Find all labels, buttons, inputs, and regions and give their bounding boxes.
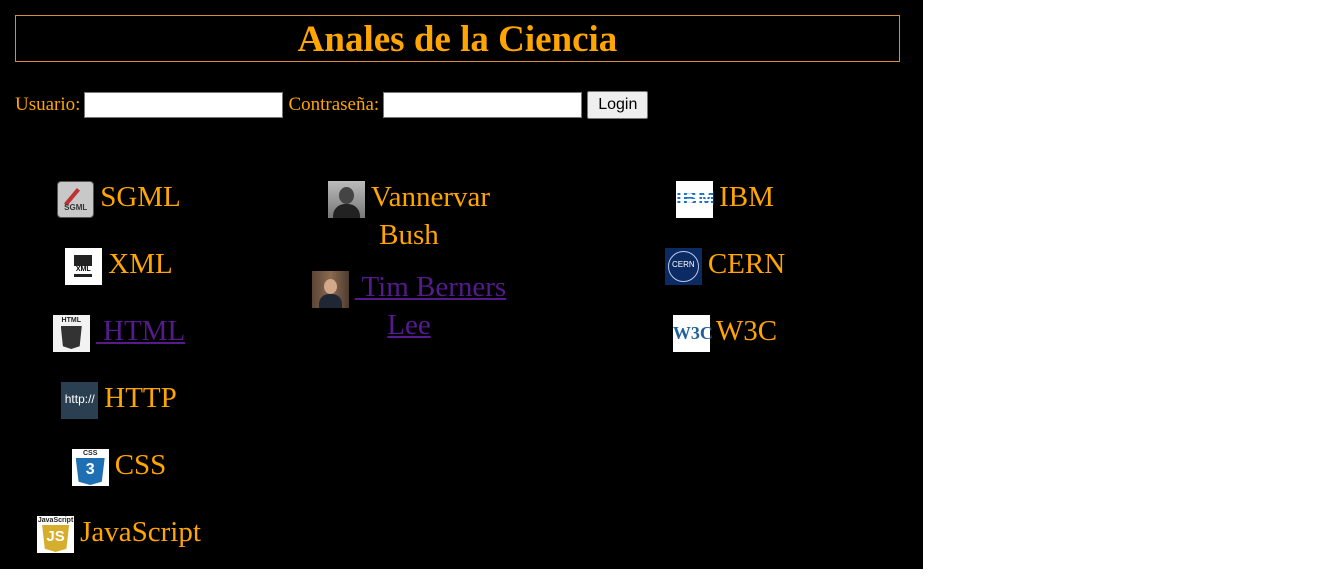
list-item-cern: CERN CERN xyxy=(600,247,850,285)
item-label-cern: CERN xyxy=(707,248,786,280)
username-field[interactable] xyxy=(84,92,284,118)
list-item-html: HTML HTML xyxy=(15,314,223,352)
sgml-icon: SGML xyxy=(57,181,95,218)
tim-berners-lee-photo[interactable] xyxy=(311,271,349,308)
w3c-logo-icon: W3C xyxy=(672,315,713,352)
organizations-column: IBM IBM CERN CERN W3C W3C xyxy=(600,180,850,381)
item-label-xml: XML xyxy=(108,248,173,280)
item-label-ibm: IBM xyxy=(719,181,774,213)
list-item-vannevar-bush: Vannervar Bush xyxy=(310,180,508,252)
header-box: Anales de la Ciencia xyxy=(15,15,900,62)
username-label: Usuario: xyxy=(15,94,81,115)
page-title: Anales de la Ciencia xyxy=(297,19,618,60)
list-item-w3c: W3C W3C xyxy=(600,314,850,352)
password-label: Contraseña: xyxy=(288,94,380,115)
cern-logo-icon: CERN xyxy=(664,248,702,285)
item-label-http: HTTP xyxy=(104,382,177,414)
item-label-sgml: SGML xyxy=(100,181,181,213)
item-label-css: CSS xyxy=(114,449,167,481)
people-column: Vannervar Bush Tim Berners Lee xyxy=(310,180,508,360)
technologies-column: SGML SGML XML XML HTML HTML http://HTTP CS… xyxy=(15,180,223,582)
list-item-css: CSS 3 CSS xyxy=(15,448,223,486)
list-item-xml: XML XML xyxy=(15,247,223,285)
list-item-tim-berners-lee: Tim Berners Lee xyxy=(310,270,508,342)
list-item-sgml: SGML SGML xyxy=(15,180,223,218)
list-item-javascript: JavaScript JS JavaScript xyxy=(15,515,223,553)
item-label-vannevar-bush: Vannervar Bush xyxy=(370,181,491,251)
html5-icon[interactable]: HTML xyxy=(52,315,90,352)
login-form: Usuario: Contraseña: Login xyxy=(15,91,649,119)
html-link[interactable]: HTML HTML xyxy=(52,315,185,352)
http-icon: http:// xyxy=(61,382,99,419)
list-item-ibm: IBM IBM xyxy=(600,180,850,218)
tim-berners-lee-link[interactable]: Tim Berners Lee xyxy=(311,271,506,341)
item-label-w3c: W3C xyxy=(715,315,778,347)
password-field[interactable] xyxy=(383,92,583,118)
list-item-http: http://HTTP xyxy=(15,381,223,419)
ibm-logo-icon: IBM xyxy=(676,181,715,218)
xml-icon: XML xyxy=(65,248,103,285)
main-panel: Anales de la Ciencia Usuario: Contraseña… xyxy=(0,0,923,569)
item-label-javascript: JavaScript xyxy=(80,516,201,548)
vannevar-bush-photo xyxy=(327,181,365,218)
javascript-icon: JavaScript JS xyxy=(37,516,75,553)
login-button[interactable]: Login xyxy=(587,91,649,119)
item-label-tim-berners-lee[interactable]: Tim Berners Lee xyxy=(355,271,506,341)
item-label-html[interactable]: HTML xyxy=(96,315,185,347)
css3-icon: CSS 3 xyxy=(71,449,109,486)
